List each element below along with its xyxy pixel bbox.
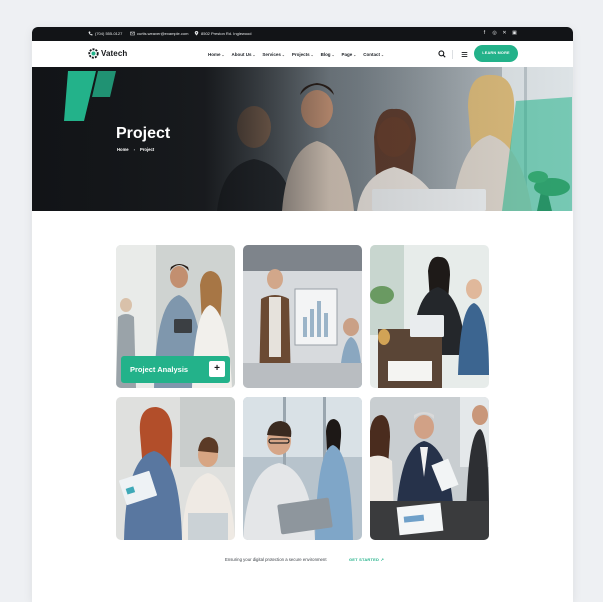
address-text: 8502 Preston Rd. Inglewood [201, 31, 252, 36]
breadcrumb: Home › Project [117, 147, 154, 152]
envelope-icon [130, 31, 135, 36]
hamburger-menu-icon[interactable] [461, 51, 468, 58]
phone-contact[interactable]: (704) 555-0127 [88, 31, 122, 36]
facebook-icon[interactable]: f [482, 30, 487, 36]
nav-item-services[interactable]: Services⌄ [262, 52, 284, 57]
project-image [370, 397, 489, 540]
chevron-down-icon: ⌄ [353, 53, 357, 57]
project-card-5[interactable] [243, 397, 362, 540]
project-image [243, 245, 362, 388]
top-bar: (704) 555-0127 curtis.weaver@example.com… [32, 27, 573, 41]
project-card-1[interactable]: Project Analysis + [116, 245, 235, 388]
nav-item-page[interactable]: Page⌄ [342, 52, 357, 57]
chevron-down-icon: ⌄ [252, 53, 256, 57]
learn-more-button[interactable]: LEARN MORE [474, 45, 518, 62]
footer-tagline: Ensuring your digital protection a secur… [225, 557, 327, 562]
email-contact[interactable]: curtis.weaver@example.com [130, 31, 188, 36]
logo-text: Vatech [101, 49, 128, 58]
instagram-icon[interactable]: ◎ [492, 30, 497, 36]
nav-menu: Home⌄ About Us⌄ Services⌄ Projects⌄ Blog… [208, 52, 391, 57]
chevron-down-icon: ⌄ [281, 53, 285, 57]
page-hero: Project Home › Project [32, 67, 573, 211]
arrow-up-right-icon: ↗ [380, 557, 385, 562]
main-navigation: Vatech Home⌄ About Us⌄ Services⌄ Project… [32, 41, 573, 68]
project-card-6[interactable] [370, 397, 489, 540]
address-contact: 8502 Preston Rd. Inglewood [194, 31, 251, 36]
breadcrumb-separator-icon: › [133, 147, 135, 152]
nav-item-contact[interactable]: Contact⌄ [363, 52, 384, 57]
social-links: f ◎ ✕ ▣ [482, 30, 517, 36]
project-card-2[interactable] [243, 245, 362, 388]
project-overlay[interactable]: Project Analysis + [121, 356, 230, 383]
project-image [370, 245, 489, 388]
page-title: Project [116, 125, 171, 142]
project-card-4[interactable] [116, 397, 235, 540]
nav-item-blog[interactable]: Blog⌄ [321, 52, 335, 57]
project-image [243, 397, 362, 540]
nav-item-projects[interactable]: Projects⌄ [292, 52, 314, 57]
chevron-down-icon: ⌄ [310, 53, 314, 57]
project-image [116, 397, 235, 540]
chevron-down-icon: ⌄ [331, 53, 335, 57]
browser-frame: (704) 555-0127 curtis.weaver@example.com… [32, 27, 573, 602]
nav-item-about-us[interactable]: About Us⌄ [231, 52, 255, 57]
nav-item-home[interactable]: Home⌄ [208, 52, 224, 57]
chevron-down-icon: ⌄ [221, 53, 225, 57]
plus-button[interactable]: + [209, 361, 225, 377]
project-title: Project Analysis [130, 365, 189, 374]
breadcrumb-current: Project [139, 147, 155, 152]
project-card-3[interactable] [370, 245, 489, 388]
phone-icon [88, 31, 93, 36]
site-logo[interactable]: Vatech [88, 48, 127, 59]
hero-background-image [32, 67, 573, 211]
linkedin-icon[interactable]: ▣ [512, 30, 517, 36]
search-icon[interactable] [438, 50, 446, 58]
chevron-down-icon: ⌄ [380, 53, 384, 57]
email-text: curtis.weaver@example.com [137, 31, 189, 36]
location-pin-icon [194, 31, 199, 36]
x-twitter-icon[interactable]: ✕ [502, 30, 507, 36]
get-started-link[interactable]: GET STARTED ↗ [349, 557, 384, 562]
nav-divider [452, 50, 453, 59]
get-started-label: GET STARTED [349, 557, 380, 562]
gear-logo-icon [88, 48, 99, 59]
phone-text: (704) 555-0127 [95, 31, 123, 36]
breadcrumb-home[interactable]: Home [117, 147, 129, 152]
